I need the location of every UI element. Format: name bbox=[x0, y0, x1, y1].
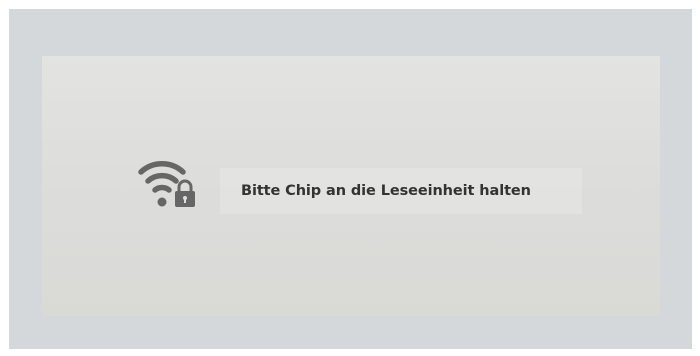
screen-frame: Bitte Chip an die Leseeinheit halten bbox=[9, 9, 692, 349]
message-box: Bitte Chip an die Leseeinheit halten bbox=[220, 168, 582, 214]
chip-reader-prompt-panel: Bitte Chip an die Leseeinheit halten bbox=[42, 56, 660, 316]
wifi-lock-icon bbox=[133, 153, 205, 211]
prompt-message: Bitte Chip an die Leseeinheit halten bbox=[241, 183, 531, 199]
